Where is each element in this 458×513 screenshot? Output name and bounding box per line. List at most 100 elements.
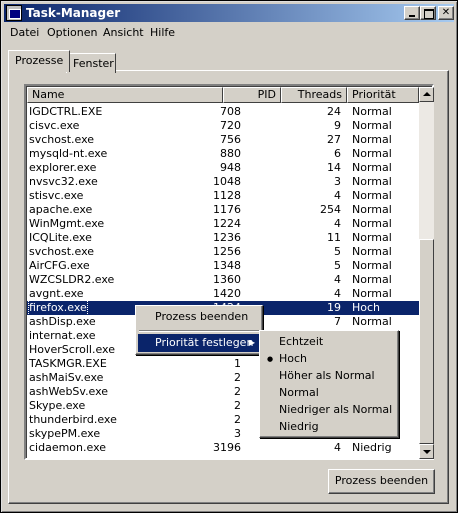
process-pid-cell: 1256	[213, 245, 241, 258]
process-threads-cell: 14	[327, 161, 341, 174]
table-row[interactable]: cisvc.exe 720 9 Normal	[27, 119, 419, 133]
priority-normal[interactable]: Normal	[262, 384, 396, 402]
process-priority-cell: Normal	[352, 175, 392, 188]
table-row[interactable]: AirCFG.exe 1348 5 Normal	[27, 259, 419, 273]
process-pid-cell: 1176	[213, 203, 241, 216]
process-name-cell: stisvc.exe	[29, 189, 84, 202]
process-pid-cell: 1360	[213, 273, 241, 286]
process-priority-cell: Normal	[352, 189, 392, 202]
process-name-cell: svchost.exe	[29, 133, 95, 146]
column-header-priority[interactable]: Priorität	[347, 87, 419, 103]
table-row[interactable]: stisvc.exe 1128 4 Normal	[27, 189, 419, 203]
process-name-cell: skypePM.exe	[29, 427, 101, 440]
process-priority-cell: Normal	[352, 259, 392, 272]
process-priority-cell: Normal	[352, 147, 392, 160]
priority-low[interactable]: Niedrig	[262, 418, 396, 436]
process-name-cell: WinMgmt.exe	[29, 217, 105, 230]
process-priority-cell: Normal	[352, 105, 392, 118]
process-threads-cell: 6	[334, 147, 341, 160]
scrollbar-thumb[interactable]	[419, 239, 434, 444]
process-priority-cell: Normal	[352, 287, 392, 300]
process-name-cell: firefox.exe	[28, 300, 88, 316]
title-bar[interactable]: Task-Manager	[4, 4, 454, 22]
menu-bar: Datei Optionen Ansicht Hilfe	[4, 24, 454, 42]
menu-hilfe[interactable]: Hilfe	[150, 26, 175, 39]
process-priority-cell: Normal	[352, 245, 392, 258]
process-name-cell: explorer.exe	[29, 161, 97, 174]
column-header-name[interactable]: Name	[27, 87, 223, 103]
table-row[interactable]: mysqld-nt.exe 880 6 Normal	[27, 147, 419, 161]
process-name-cell: WZCSLDR2.exe	[29, 273, 115, 286]
minimize-button[interactable]	[404, 6, 420, 20]
table-row[interactable]: nvsvc32.exe 1048 3 Normal	[27, 175, 419, 189]
table-row[interactable]: ICQLite.exe 1236 11 Normal	[27, 231, 419, 245]
column-header-threads[interactable]: Threads	[281, 87, 347, 103]
table-row[interactable]: avgnt.exe 1420 4 Normal	[27, 287, 419, 301]
process-pid-cell: 756	[220, 133, 241, 146]
process-priority-cell: Niedrig	[352, 441, 392, 454]
process-threads-cell: 4	[334, 287, 341, 300]
scroll-down-arrow-icon[interactable]	[419, 444, 434, 459]
process-name-cell: cisvc.exe	[29, 119, 80, 132]
process-name-cell: Skype.exe	[29, 399, 86, 412]
menu-datei[interactable]: Datei	[10, 26, 39, 39]
process-threads-cell: 4	[334, 273, 341, 286]
menu-ansicht[interactable]: Ansicht	[103, 26, 144, 39]
priority-below-normal[interactable]: Niedriger als Normal	[262, 401, 396, 419]
table-row[interactable]: cidaemon.exe 3196 4 Niedrig	[27, 441, 419, 455]
process-pid-cell: 1348	[213, 259, 241, 272]
window-title: Task-Manager	[26, 6, 121, 20]
table-row[interactable]: WinMgmt.exe 1224 4 Normal	[27, 217, 419, 231]
process-threads-cell: 5	[334, 259, 341, 272]
context-item-set-priority[interactable]: Priorität festlegen	[138, 334, 260, 352]
scroll-up-arrow-icon[interactable]	[419, 87, 434, 102]
maximize-button[interactable]	[420, 6, 436, 20]
process-name-cell: mysqld-nt.exe	[29, 147, 108, 160]
context-menu: Prozess beenden Priorität festlegen	[135, 305, 263, 355]
app-icon	[6, 5, 22, 21]
tab-fenster[interactable]: Fenster	[66, 53, 116, 73]
process-name-cell: IGDCTRL.EXE	[29, 105, 103, 118]
end-process-button[interactable]: Prozess beenden	[328, 469, 435, 494]
process-pid-cell: 2	[234, 385, 241, 398]
menu-separator	[139, 330, 259, 332]
table-row[interactable]: WZCSLDR2.exe 1360 4 Normal	[27, 273, 419, 287]
process-name-cell: HoverScroll.exe	[29, 343, 115, 356]
process-priority-cell: Normal	[352, 217, 392, 230]
table-row[interactable]: explorer.exe 948 14 Normal	[27, 161, 419, 175]
tab-prozesse[interactable]: Prozesse	[8, 50, 71, 72]
process-pid-cell: 2	[234, 371, 241, 384]
table-row[interactable]: svchost.exe 1256 5 Normal	[27, 245, 419, 259]
table-row[interactable]: IGDCTRL.EXE 708 24 Normal	[27, 105, 419, 119]
process-pid-cell: 1236	[213, 231, 241, 244]
process-pid-cell: 1128	[213, 189, 241, 202]
process-pid-cell: 948	[220, 161, 241, 174]
process-name-cell: nvsvc32.exe	[29, 175, 98, 188]
process-name-cell: thunderbird.exe	[29, 413, 117, 426]
process-pid-cell: 708	[220, 105, 241, 118]
table-row[interactable]: svchost.exe 756 27 Normal	[27, 133, 419, 147]
context-item-end-process[interactable]: Prozess beenden	[138, 308, 260, 326]
process-priority-cell: Hoch	[352, 301, 381, 314]
priority-submenu: Echtzeit Hoch Höher als Normal Normal Ni…	[259, 330, 399, 438]
close-button[interactable]	[438, 6, 454, 20]
process-priority-cell: Normal	[352, 203, 392, 216]
process-pid-cell: 2	[234, 399, 241, 412]
table-row[interactable]: apache.exe 1176 254 Normal	[27, 203, 419, 217]
priority-above-normal[interactable]: Höher als Normal	[262, 367, 396, 385]
process-name-cell: svchost.exe	[29, 245, 95, 258]
menu-optionen[interactable]: Optionen	[47, 26, 97, 39]
process-name-cell: internat.exe	[29, 329, 96, 342]
priority-realtime[interactable]: Echtzeit	[262, 333, 396, 351]
vertical-scrollbar[interactable]	[419, 87, 434, 459]
process-threads-cell: 9	[334, 119, 341, 132]
column-header-pid[interactable]: PID	[223, 87, 281, 103]
process-threads-cell: 4	[334, 217, 341, 230]
process-pid-cell: 1048	[213, 175, 241, 188]
process-threads-cell: 11	[327, 231, 341, 244]
process-name-cell: avgnt.exe	[29, 287, 84, 300]
priority-high[interactable]: Hoch	[262, 350, 396, 368]
process-name-cell: ashWebSv.exe	[29, 385, 109, 398]
process-name-cell: ashMaiSv.exe	[29, 371, 104, 384]
process-threads-cell: 7	[334, 315, 341, 328]
